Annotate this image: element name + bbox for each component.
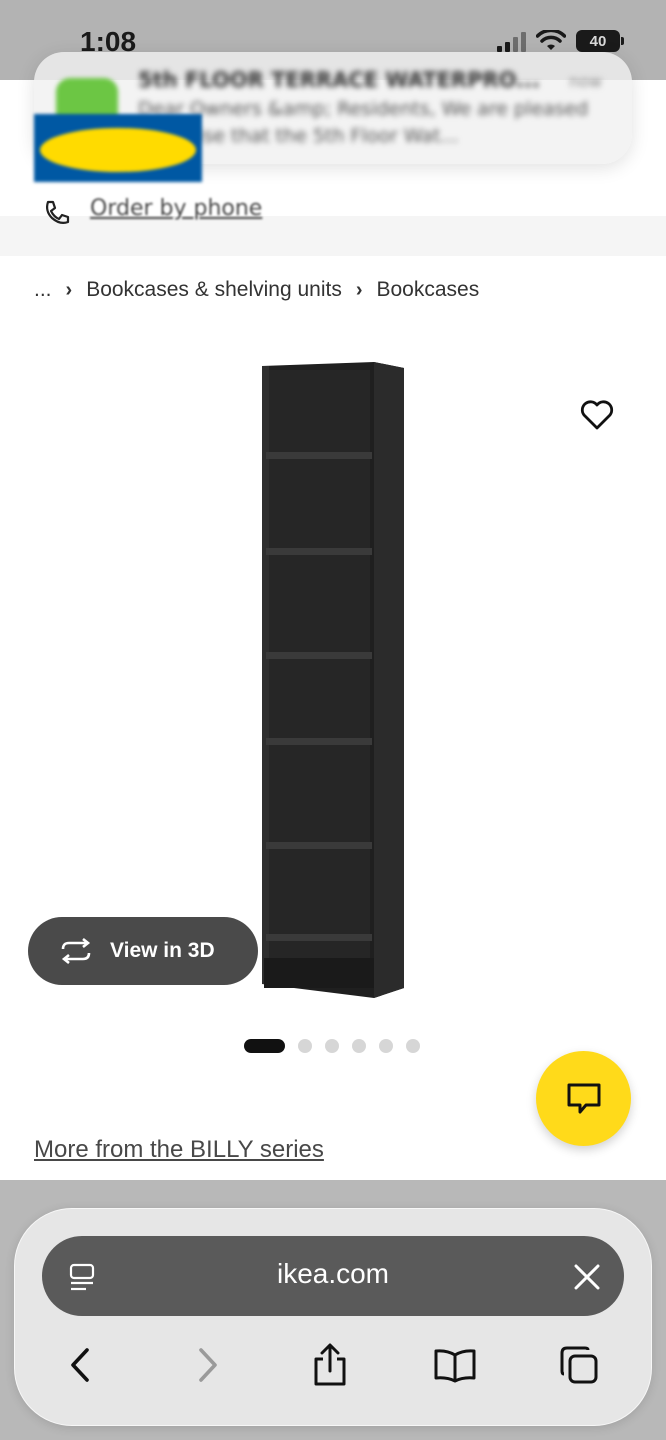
notification-title: 5th FLOOR TERRACE WATERPRO... bbox=[138, 68, 540, 92]
chat-bubble-icon bbox=[567, 1083, 600, 1113]
carousel-dot[interactable] bbox=[406, 1039, 420, 1053]
ikea-logo[interactable] bbox=[34, 114, 202, 182]
billy-series-link[interactable]: More from the BILLY series bbox=[34, 1136, 324, 1164]
carousel-dot[interactable] bbox=[379, 1039, 393, 1053]
wifi-icon bbox=[536, 30, 566, 50]
notification-time: now bbox=[568, 72, 602, 91]
order-by-phone-link[interactable]: Order by phone bbox=[90, 196, 262, 221]
rotate-3d-icon bbox=[61, 938, 91, 964]
back-icon bbox=[71, 1348, 89, 1382]
status-icons: 40 bbox=[497, 30, 624, 52]
carousel-dot[interactable] bbox=[298, 1039, 312, 1053]
chevron-right-icon: › bbox=[355, 278, 363, 301]
chevron-right-icon: › bbox=[65, 278, 73, 301]
bookmarks-icon bbox=[434, 1349, 476, 1383]
carousel-dot[interactable] bbox=[352, 1039, 366, 1053]
battery-icon: 40 bbox=[576, 30, 624, 52]
breadcrumb-item-ellipsis[interactable]: ... bbox=[34, 278, 52, 302]
chat-button[interactable] bbox=[536, 1051, 631, 1146]
notification-body: Dear Owners &amp; Residents, We are plea… bbox=[138, 98, 589, 147]
tabs-button[interactable] bbox=[556, 1342, 602, 1388]
view-in-3d-button[interactable]: View in 3D bbox=[28, 917, 258, 985]
url-text[interactable]: ikea.com bbox=[0, 1258, 666, 1290]
carousel-indicator bbox=[244, 1039, 420, 1053]
bookcase-product-image[interactable] bbox=[258, 360, 408, 1000]
bookmarks-button[interactable] bbox=[432, 1342, 478, 1388]
phone-icon bbox=[46, 200, 70, 224]
carousel-dot-active[interactable] bbox=[244, 1039, 285, 1053]
breadcrumb-item-bookcases[interactable]: Bookcases bbox=[377, 278, 480, 302]
breadcrumb-item-bookcases-shelving[interactable]: Bookcases & shelving units bbox=[86, 278, 342, 302]
back-button[interactable] bbox=[57, 1342, 103, 1388]
share-button[interactable] bbox=[307, 1342, 353, 1388]
carousel-dot[interactable] bbox=[325, 1039, 339, 1053]
share-icon bbox=[314, 1343, 346, 1386]
forward-icon bbox=[199, 1348, 217, 1382]
breadcrumb: ... › Bookcases & shelving units › Bookc… bbox=[34, 278, 479, 302]
forward-button[interactable] bbox=[185, 1342, 231, 1388]
tabs-icon bbox=[560, 1346, 598, 1384]
phone-row bbox=[0, 216, 666, 256]
heart-icon[interactable] bbox=[578, 396, 616, 434]
close-icon[interactable] bbox=[572, 1262, 602, 1292]
view-in-3d-label: View in 3D bbox=[110, 939, 215, 962]
cellular-signal-icon bbox=[497, 30, 526, 52]
